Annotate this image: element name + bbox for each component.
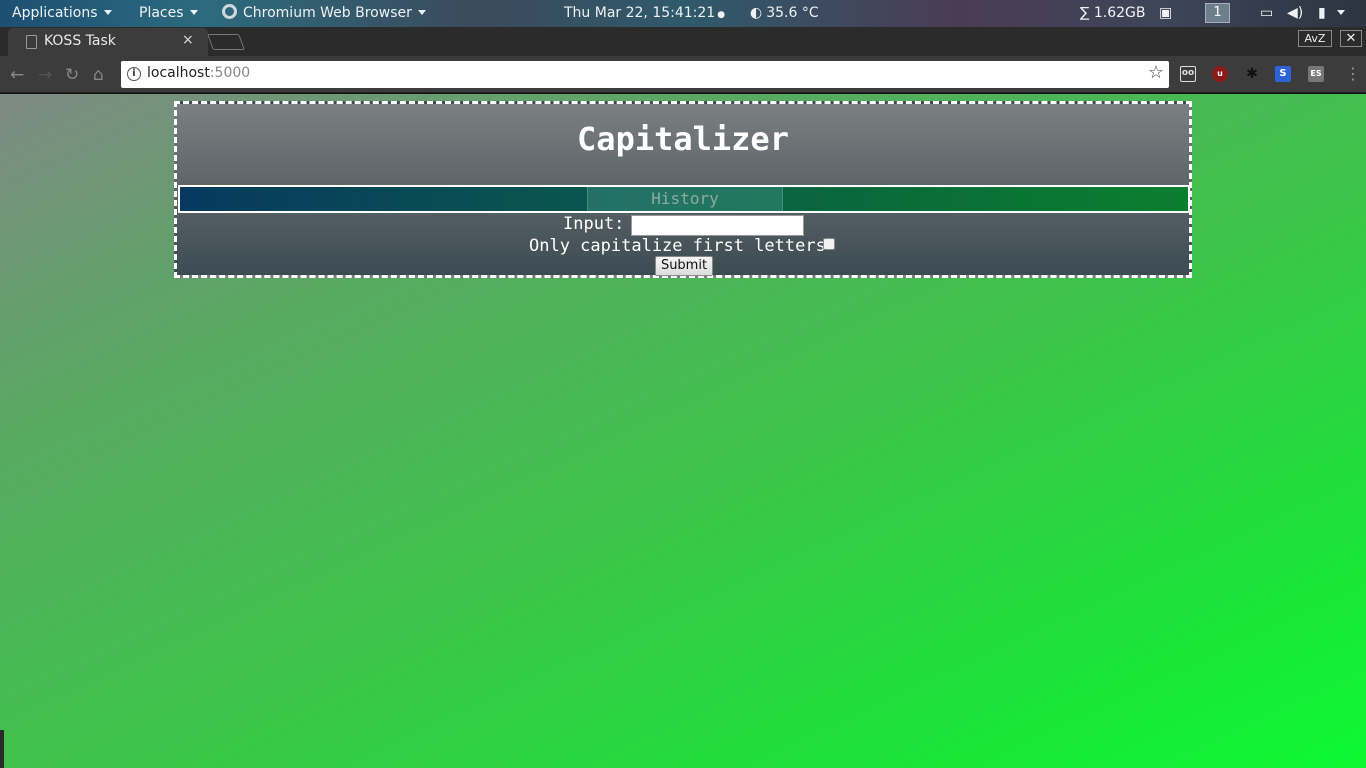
applications-label: Applications	[12, 5, 98, 21]
bookmark-star-icon[interactable]: ☆	[1148, 62, 1164, 83]
temperature-indicator[interactable]: ◐ 35.6 °C	[750, 0, 819, 27]
page-viewport: Capitalizer History Input: Only capitali…	[0, 94, 1366, 768]
back-icon[interactable]: ←	[10, 65, 24, 85]
top-panel: Applications Places Chromium Web Browser…	[0, 0, 1366, 27]
checkbox-label: Only capitalize first letters	[529, 236, 826, 256]
places-menu[interactable]: Places	[139, 0, 198, 27]
thermometer-icon: ◐	[750, 5, 763, 21]
address-bar[interactable]: i localhost:5000 ☆	[121, 61, 1169, 88]
applications-menu[interactable]: Applications	[12, 0, 112, 27]
app-container: Capitalizer History Input: Only capitali…	[174, 101, 1192, 278]
memory-label: ∑ 1.62GB	[1080, 5, 1146, 21]
tab-title: KOSS Task	[44, 33, 116, 49]
volume-icon[interactable]: ◀)	[1287, 0, 1303, 27]
memory-indicator[interactable]: ∑ 1.62GB	[1080, 0, 1146, 27]
notification-dot-icon: ●	[717, 10, 726, 20]
submit-button[interactable]: Submit	[655, 256, 713, 276]
url-port: :5000	[209, 65, 251, 81]
screenshot-icon[interactable]: ▣	[1159, 0, 1172, 27]
reload-icon[interactable]: ↻	[65, 65, 79, 85]
clock-label: Thu Mar 22, 15:41:21	[564, 5, 716, 21]
info-icon[interactable]: i	[127, 67, 141, 81]
forward-icon[interactable]: →	[38, 65, 52, 85]
es-extension-icon[interactable]: ES	[1308, 66, 1324, 82]
history-link[interactable]: History	[587, 187, 783, 211]
tab-close-icon[interactable]: ×	[182, 32, 194, 48]
clock[interactable]: Thu Mar 22, 15:41:21 ●	[564, 0, 725, 27]
tab-strip: KOSS Task × AvZ ✕	[0, 27, 1366, 56]
chromium-icon	[222, 4, 237, 19]
window-close-icon[interactable]: ✕	[1340, 30, 1362, 47]
workspace-indicator[interactable]: 1	[1205, 3, 1230, 23]
places-label: Places	[139, 5, 184, 21]
home-icon[interactable]: ⌂	[93, 65, 104, 85]
page-title: Capitalizer	[577, 120, 789, 158]
input-label: Input:	[563, 214, 625, 234]
avz-button[interactable]: AvZ	[1298, 30, 1332, 47]
new-tab-button[interactable]	[207, 34, 245, 50]
text-input[interactable]	[631, 215, 804, 236]
tab-koss-task[interactable]: KOSS Task ×	[8, 28, 208, 56]
nav-bar: History	[178, 185, 1190, 213]
first-letters-checkbox[interactable]	[823, 238, 835, 250]
system-menu-chevron-icon[interactable]	[1337, 0, 1345, 27]
temperature-label: 35.6 °C	[766, 5, 819, 21]
active-app-label: Chromium Web Browser	[243, 5, 412, 21]
capitalize-form: Input: Only capitalize first letters Sub…	[177, 212, 1189, 276]
active-app-menu[interactable]: Chromium Web Browser	[222, 0, 426, 27]
chevron-down-icon	[417, 10, 426, 15]
browser-menu-icon[interactable]: ⋮	[1345, 64, 1361, 83]
chevron-down-icon	[189, 10, 198, 15]
display-icon[interactable]: ▭	[1260, 0, 1273, 27]
chevron-down-icon	[103, 10, 112, 15]
page-icon	[26, 35, 37, 49]
browser-toolbar: ← → ↻ ⌂ i localhost:5000 ☆ oo u ✱ S ES ⋮	[0, 56, 1366, 93]
resize-handle[interactable]	[0, 730, 4, 768]
s-extension-icon[interactable]: S	[1275, 66, 1291, 82]
battery-icon[interactable]: ▮	[1318, 0, 1326, 27]
url-text[interactable]: localhost:5000	[147, 65, 250, 81]
ghostery-icon[interactable]: oo	[1180, 66, 1196, 82]
url-host: localhost	[147, 65, 210, 81]
ublock-icon[interactable]: u	[1212, 66, 1228, 82]
paw-icon[interactable]: ✱	[1244, 66, 1260, 82]
